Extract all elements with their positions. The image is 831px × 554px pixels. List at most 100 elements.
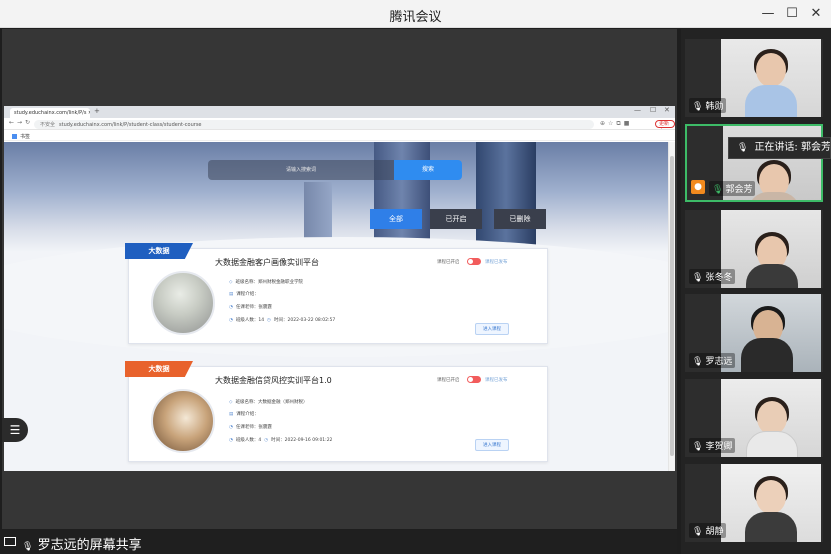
hero-banner — [4, 142, 668, 252]
course-card: 大数据 大数据金融信贷风控实训平台1.0 课程已开启 课程已发布 ◇ 班级名称：大… — [125, 361, 548, 462]
page-scrollbar[interactable] — [668, 142, 675, 471]
mic-muted-icon: 🎙 — [692, 527, 704, 537]
participant-name: 🎙 张冬冬 — [689, 269, 736, 284]
browser-tab-title: study.educhainx.com/link/P/s — [14, 110, 87, 116]
participant-tile[interactable]: 🎙 张冬冬 — [685, 210, 823, 288]
course-page: 请输入搜索词 搜索 全部 已开启 已删除 大数据 大数据金融客户画像实训平台 课… — [4, 142, 668, 471]
clock-icon: ◷ — [264, 438, 269, 443]
participant-tile[interactable]: 🎙 韩勋 — [685, 39, 823, 117]
mic-muted-icon: 🎙 — [692, 102, 704, 112]
menu-list-icon[interactable]: ☰ — [2, 418, 28, 442]
minimize-button[interactable]: — — [758, 4, 778, 24]
browser-tab[interactable]: study.educhainx.com/link/P/s ✕ — [10, 108, 90, 118]
screen-share-label: 🎙 罗志远的屏幕共享 — [22, 538, 142, 553]
window-title: 腾讯会议 — [389, 10, 442, 25]
close-button[interactable]: ✕ — [806, 4, 826, 24]
course-intro: ▤ 课程介绍： — [229, 292, 259, 297]
filter-tab-open[interactable]: 已开启 — [430, 209, 482, 229]
new-tab-icon[interactable]: + — [94, 107, 100, 115]
course-intro: ▤ 课程介绍： — [229, 412, 259, 417]
bookmark-label[interactable]: 书签 — [20, 134, 30, 140]
course-meta: ◔ 班级人数：4 ◷ 时间：2022-09-16 09:01:22 — [229, 438, 333, 443]
participant-video — [721, 294, 821, 372]
user-icon: ◔ — [229, 425, 233, 430]
avatar-icon: ● — [691, 180, 705, 194]
enter-course-button[interactable]: 进入课程 — [475, 323, 509, 335]
filter-tab-deleted[interactable]: 已删除 — [494, 209, 546, 229]
participant-video — [721, 210, 821, 288]
participant-name: 🎙 李贺卿 — [689, 438, 736, 453]
mic-active-icon: 🎙 — [712, 185, 724, 195]
doc-icon: ▤ — [229, 292, 234, 297]
screen-share-bar: 🎙 罗志远的屏幕共享 — [0, 530, 677, 554]
bookmark-app-icon — [12, 134, 17, 139]
speaking-indicator: 🎙 正在讲话: 郭会芳 — [728, 137, 831, 159]
user-icon: ◔ — [229, 305, 233, 310]
course-title[interactable]: 大数据金融信贷风控实训平台1.0 — [215, 375, 332, 386]
mic-muted-icon: 🎙 — [22, 542, 34, 552]
mic-muted-icon: 🎙 — [692, 357, 704, 367]
course-class-name: ◇ 班级名称：大数据金融（郑州财税） — [229, 400, 308, 405]
search-input[interactable]: 请输入搜索词 — [208, 160, 394, 180]
browser-tab-strip: study.educhainx.com/link/P/s ✕ + — ☐ ✕ — [4, 106, 675, 118]
publish-toggle[interactable] — [467, 376, 481, 383]
meeting-window: 腾讯会议 — ☐ ✕ study.educhainx.com/link/P/s … — [0, 0, 831, 554]
bookmarks-bar: 书签 — [4, 130, 675, 141]
participant-video — [721, 464, 821, 542]
search-button[interactable]: 搜索 — [394, 160, 462, 180]
participant-tile[interactable]: 🎙 罗志远 — [685, 294, 823, 372]
tag-icon: ◇ — [229, 400, 233, 405]
address-bar-row: ← → ↻ 不安全 study.educhainx.com/link/P/stud… — [4, 118, 675, 134]
reload-icon[interactable]: ↻ — [25, 119, 30, 126]
course-card: 大数据 大数据金融客户画像实训平台 课程已开启 课程已发布 ◇ 班级名称：郑州财税… — [125, 243, 548, 344]
participant-name: 🎙 罗志远 — [689, 353, 736, 368]
course-class-name: ◇ 班级名称：郑州财税金融职业学院 — [229, 280, 303, 285]
browser-maximize-icon[interactable]: ☐ — [650, 106, 656, 114]
course-status: 课程已开启 — [437, 260, 460, 265]
screen-share-icon — [4, 537, 16, 546]
course-status: 课程已开启 — [437, 378, 460, 383]
mic-muted-icon: 🎙 — [692, 273, 704, 283]
doc-icon: ▤ — [229, 412, 234, 417]
participant-video — [721, 379, 821, 457]
participants-panel: 🎙 韩勋 ● 🎙 郭会芳 🎙 张冬冬 🎙 罗志远 🎙 李贺卿 🎙 胡静 — [681, 29, 831, 554]
course-thumbnail — [151, 271, 215, 335]
shared-browser-window: study.educhainx.com/link/P/s ✕ + — ☐ ✕ ←… — [4, 106, 675, 471]
mic-muted-icon: 🎙 — [737, 143, 749, 153]
course-thumbnail — [151, 389, 215, 453]
course-title[interactable]: 大数据金融客户画像实训平台 — [215, 257, 319, 268]
course-publish-status: 课程已发布 — [485, 378, 508, 383]
participant-tile[interactable]: 🎙 胡静 — [685, 464, 823, 542]
course-tag: 大数据 — [125, 361, 193, 377]
course-teacher: ◔ 任课老师：张震霆 — [229, 305, 272, 310]
update-button[interactable]: 更新 ⋮ — [655, 120, 675, 134]
course-tag: 大数据 — [125, 243, 193, 259]
mic-muted-icon: 🎙 — [692, 442, 704, 452]
browser-minimize-icon[interactable]: — — [634, 106, 641, 114]
course-publish-status: 课程已发布 — [485, 260, 508, 265]
participant-tile-active[interactable]: ● 🎙 郭会芳 — [685, 124, 823, 202]
scrollbar-thumb[interactable] — [670, 156, 674, 456]
toolbar-icons[interactable]: ⊕☆⧉■ — [600, 120, 632, 128]
course-teacher: ◔ 任课老师：张震霆 — [229, 425, 272, 430]
title-bar: 腾讯会议 — ☐ ✕ — [0, 0, 831, 28]
tower-image — [476, 142, 536, 252]
maximize-button[interactable]: ☐ — [782, 4, 802, 24]
course-meta: ◔ 班级人数：14 ◷ 时间：2022-03-22 08:02:57 — [229, 318, 336, 323]
browser-close-icon[interactable]: ✕ — [664, 106, 670, 114]
participant-name: 🎙 胡静 — [689, 523, 727, 538]
publish-toggle[interactable] — [467, 258, 481, 265]
filter-tab-all[interactable]: 全部 — [370, 209, 422, 229]
people-icon: ◔ — [229, 318, 233, 323]
tag-icon: ◇ — [229, 280, 233, 285]
url-input[interactable]: 不安全 study.educhainx.com/link/P/student-cl… — [34, 120, 594, 129]
clock-icon: ◷ — [267, 318, 271, 323]
insecure-label: 不安全 — [40, 122, 56, 128]
enter-course-button[interactable]: 进入课程 — [475, 439, 509, 451]
people-icon: ◔ — [229, 438, 233, 443]
participant-tile[interactable]: 🎙 李贺卿 — [685, 379, 823, 457]
back-icon[interactable]: ← — [9, 119, 14, 126]
tower-image — [374, 142, 430, 252]
forward-icon[interactable]: → — [17, 119, 22, 126]
participant-name: 🎙 郭会芳 — [709, 181, 756, 196]
